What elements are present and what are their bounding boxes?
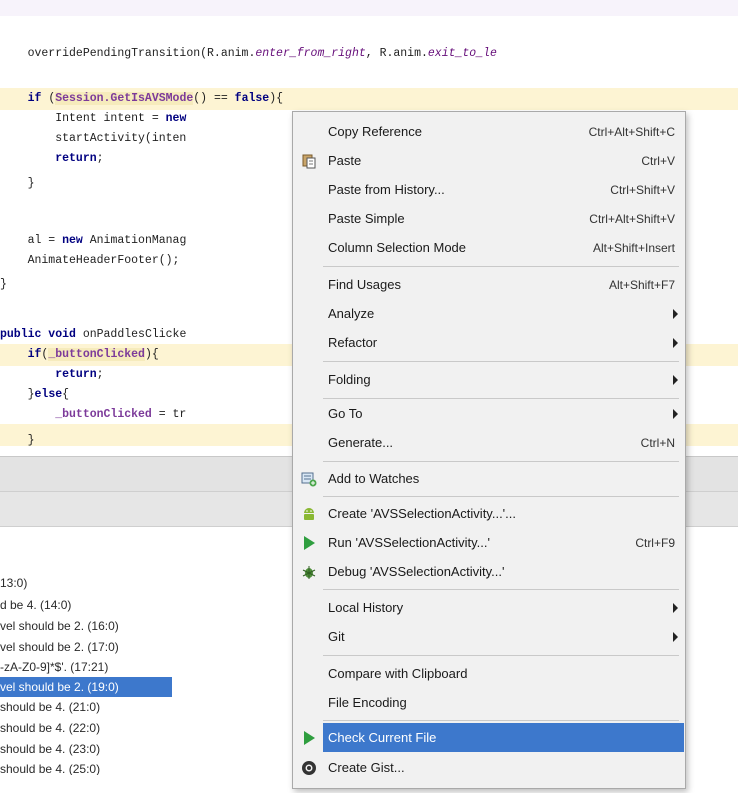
list-item[interactable]: should be 4. (22:0) [0,718,100,738]
submenu-arrow-icon [673,338,678,348]
list-item[interactable]: should be 4. (25:0) [0,759,100,775]
menu-item-label: Generate... [328,435,394,450]
menu-item-go-to[interactable]: Go To [293,399,685,428]
menu-separator [323,655,679,656]
menu-item-label: Add to Watches [328,471,420,486]
code-line[interactable]: startActivity(inten [0,129,186,149]
menu-item-label: Git [328,629,345,644]
menu-item-shortcut: Ctrl+F9 [635,536,675,550]
menu-item-label: Paste [328,153,362,168]
list-item[interactable]: d be 4. (14:0) [0,595,71,615]
menu-item-label: Run 'AVSSelectionActivity...' [328,535,490,550]
submenu-arrow-icon [673,632,678,642]
menu-item-label: Local History [328,600,404,615]
menu-item-shortcut: Alt+Shift+F7 [608,278,675,292]
list-item-selected[interactable]: vel should be 2. (19:0) [0,677,172,697]
menu-separator [323,461,679,462]
menu-separator [323,266,679,267]
menu-item-label: Refactor [328,335,378,350]
submenu-arrow-icon [673,309,678,319]
code-line[interactable]: if (Session.GetIsAVSMode() == false){ [0,89,283,109]
code-line[interactable]: al = new AnimationManag [0,231,187,251]
list-item[interactable]: vel should be 2. (17:0) [0,637,119,657]
menu-separator [323,361,679,362]
list-item[interactable]: -zA-Z0-9]*$'. (17:21) [0,657,108,677]
menu-item-paste-from-history[interactable]: Paste from History... Ctrl+Shift+V [293,175,685,204]
list-item[interactable]: vel should be 2. (16:0) [0,616,119,636]
check-icon [301,730,317,746]
menu-item-label: Create 'AVSSelectionActivity...'... [328,506,516,521]
code-line[interactable]: if(_buttonClicked){ [0,345,159,365]
menu-item-label: Copy Reference [328,124,422,139]
menu-item-analyze[interactable]: Analyze [293,299,685,328]
menu-item-label: Debug 'AVSSelectionActivity...' [328,564,505,579]
menu-item-generate[interactable]: Generate... Ctrl+N [293,428,685,457]
android-icon [301,506,317,522]
menu-item-find-usages[interactable]: Find Usages Alt+Shift+F7 [293,270,685,299]
code-line[interactable]: AnimateHeaderFooter(); [0,251,180,271]
editor-top-strip [0,0,738,16]
menu-item-run[interactable]: Run 'AVSSelectionActivity...' Ctrl+F9 [293,528,685,557]
code-line[interactable]: Intent intent = new [0,109,186,129]
paste-icon [301,153,317,169]
menu-item-create-configuration[interactable]: Create 'AVSSelectionActivity...'... [293,499,685,528]
menu-item-shortcut: Ctrl+Alt+Shift+C [588,125,675,139]
menu-item-label: Find Usages [328,277,401,292]
menu-item-shortcut: Alt+Shift+Insert [592,241,675,255]
submenu-arrow-icon [673,375,678,385]
menu-item-compare-with-clipboard[interactable]: Compare with Clipboard [293,659,685,688]
menu-item-label: Column Selection Mode [328,240,467,255]
menu-item-debug[interactable]: Debug 'AVSSelectionActivity...' [293,557,685,586]
menu-separator [323,589,679,590]
menu-item-shortcut: Ctrl+Shift+V [610,183,675,197]
menu-item-label: Paste Simple [328,211,405,226]
code-line[interactable]: } [0,174,35,194]
menu-item-label: Paste from History... [328,182,445,197]
debug-icon [301,564,317,580]
menu-item-add-to-watches[interactable]: Add to Watches [293,464,685,493]
menu-item-label: Folding [328,372,371,387]
menu-item-create-gist[interactable]: Create Gist... [293,753,685,782]
menu-item-label: Create Gist... [328,760,405,775]
context-menu: Copy Reference Ctrl+Alt+Shift+C Paste Ct… [292,111,686,789]
watches-icon [301,471,317,487]
github-icon [301,760,317,776]
menu-item-folding[interactable]: Folding [293,365,685,394]
code-line[interactable]: _buttonClicked = tr [0,405,186,425]
menu-item-label: Analyze [328,306,375,321]
menu-item-paste-simple[interactable]: Paste Simple Ctrl+Alt+Shift+V [293,204,685,233]
list-item[interactable]: should be 4. (23:0) [0,739,100,759]
menu-item-refactor[interactable]: Refactor [293,328,685,357]
menu-item-shortcut: Ctrl+V [641,154,675,168]
menu-item-label: Compare with Clipboard [328,666,468,681]
menu-item-shortcut: Ctrl+N [640,436,675,450]
code-line[interactable]: }else{ [0,385,69,405]
menu-item-label: Check Current File [328,730,437,745]
code-line[interactable]: overridePendingTransition(R.anim.enter_f… [0,44,497,64]
menu-item-paste[interactable]: Paste Ctrl+V [293,146,685,175]
submenu-arrow-icon [673,603,678,613]
code-line[interactable]: } [0,275,7,295]
menu-item-file-encoding[interactable]: File Encoding [293,688,685,717]
menu-separator [323,720,679,721]
code-line[interactable]: return; [0,149,103,169]
list-item[interactable]: 13:0) [0,573,27,593]
menu-item-column-selection-mode[interactable]: Column Selection Mode Alt+Shift+Insert [293,233,685,262]
code-line[interactable]: public void onPaddlesClicke [0,325,186,345]
menu-item-local-history[interactable]: Local History [293,593,685,622]
menu-item-shortcut: Ctrl+Alt+Shift+V [589,212,675,226]
code-line[interactable]: return; [0,365,103,385]
menu-item-check-current-file[interactable]: Check Current File [323,723,684,752]
menu-item-copy-reference[interactable]: Copy Reference Ctrl+Alt+Shift+C [293,117,685,146]
code-line[interactable]: } [0,431,35,451]
list-item[interactable]: should be 4. (21:0) [0,697,100,717]
submenu-arrow-icon [673,409,678,419]
menu-item-label: Go To [328,406,363,421]
menu-item-git[interactable]: Git [293,622,685,651]
menu-item-label: File Encoding [328,695,407,710]
menu-separator [323,496,679,497]
run-icon [301,535,317,551]
